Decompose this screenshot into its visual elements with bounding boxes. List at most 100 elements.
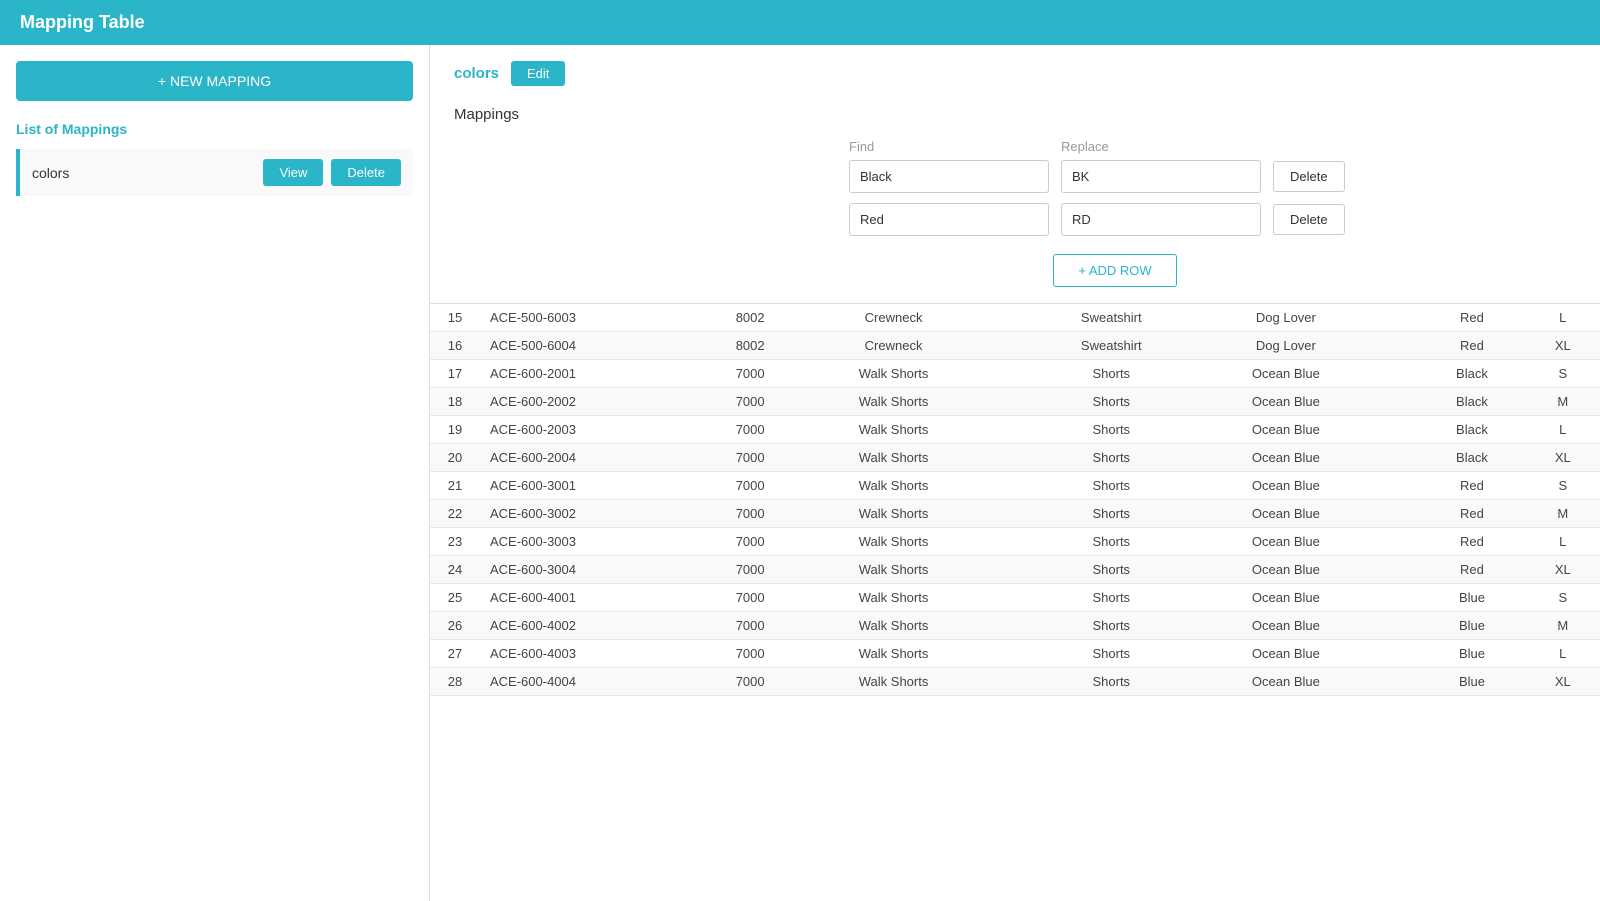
delete-mapping-button[interactable]: Delete xyxy=(331,159,401,186)
cell-sku: ACE-600-3003 xyxy=(480,528,700,556)
cell-num: 27 xyxy=(430,640,480,668)
cell-type: Shorts xyxy=(1028,528,1195,556)
cell-col5 xyxy=(986,444,1027,472)
cell-style: Walk Shorts xyxy=(801,612,987,640)
cell-type: Sweatshirt xyxy=(1028,304,1195,332)
new-mapping-button[interactable]: + NEW MAPPING xyxy=(16,61,413,101)
replace-input-1[interactable] xyxy=(1061,203,1261,236)
delete-row-1-button[interactable]: Delete xyxy=(1273,204,1345,235)
cell-style: Walk Shorts xyxy=(801,388,987,416)
cell-style: Walk Shorts xyxy=(801,500,987,528)
cell-col8 xyxy=(1377,528,1418,556)
cell-theme: Dog Lover xyxy=(1195,332,1377,360)
replace-column-label: Replace xyxy=(1061,139,1261,154)
cell-col5 xyxy=(986,500,1027,528)
view-mapping-button[interactable]: View xyxy=(263,159,323,186)
cell-num: 23 xyxy=(430,528,480,556)
cell-style: Walk Shorts xyxy=(801,640,987,668)
cell-code: 7000 xyxy=(700,388,801,416)
cell-theme: Ocean Blue xyxy=(1195,472,1377,500)
cell-style: Walk Shorts xyxy=(801,472,987,500)
cell-color: Red xyxy=(1418,556,1525,584)
cell-color: Blue xyxy=(1418,584,1525,612)
cell-num: 25 xyxy=(430,584,480,612)
cell-type: Shorts xyxy=(1028,640,1195,668)
cell-size: L xyxy=(1526,528,1600,556)
mapping-row-0: Delete xyxy=(849,160,1576,193)
cell-sku: ACE-600-2003 xyxy=(480,416,700,444)
find-column-label: Find xyxy=(849,139,1049,154)
find-input-0[interactable] xyxy=(849,160,1049,193)
cell-sku: ACE-600-4002 xyxy=(480,612,700,640)
cell-theme: Ocean Blue xyxy=(1195,556,1377,584)
cell-theme: Ocean Blue xyxy=(1195,668,1377,696)
cell-sku: ACE-500-6004 xyxy=(480,332,700,360)
table-row: 24 ACE-600-3004 7000 Walk Shorts Shorts … xyxy=(430,556,1600,584)
table-row: 18 ACE-600-2002 7000 Walk Shorts Shorts … xyxy=(430,388,1600,416)
cell-size: XL xyxy=(1526,668,1600,696)
table-row: 22 ACE-600-3002 7000 Walk Shorts Shorts … xyxy=(430,500,1600,528)
cell-col8 xyxy=(1377,612,1418,640)
cell-sku: ACE-600-4001 xyxy=(480,584,700,612)
cell-type: Shorts xyxy=(1028,556,1195,584)
table-row: 16 ACE-500-6004 8002 Crewneck Sweatshirt… xyxy=(430,332,1600,360)
table-row: 28 ACE-600-4004 7000 Walk Shorts Shorts … xyxy=(430,668,1600,696)
cell-col8 xyxy=(1377,360,1418,388)
cell-theme: Ocean Blue xyxy=(1195,528,1377,556)
mapping-detail: colors Edit Mappings Find Replace Delete… xyxy=(430,45,1600,304)
data-table: 15 ACE-500-6003 8002 Crewneck Sweatshirt… xyxy=(430,304,1600,696)
cell-color: Red xyxy=(1418,472,1525,500)
page-title: Mapping Table xyxy=(20,12,145,32)
mapping-row-1: Delete xyxy=(849,203,1576,236)
cell-color: Blue xyxy=(1418,612,1525,640)
sidebar: + NEW MAPPING List of Mappings colors Vi… xyxy=(0,45,430,901)
add-row-container: + ADD ROW xyxy=(654,246,1576,287)
cell-col8 xyxy=(1377,640,1418,668)
cell-num: 17 xyxy=(430,360,480,388)
cell-color: Red xyxy=(1418,528,1525,556)
cell-col5 xyxy=(986,360,1027,388)
cell-num: 28 xyxy=(430,668,480,696)
cell-col5 xyxy=(986,584,1027,612)
add-row-button[interactable]: + ADD ROW xyxy=(1053,254,1176,287)
cell-num: 22 xyxy=(430,500,480,528)
cell-size: XL xyxy=(1526,444,1600,472)
cell-type: Shorts xyxy=(1028,500,1195,528)
cell-col5 xyxy=(986,668,1027,696)
cell-code: 7000 xyxy=(700,640,801,668)
delete-row-0-button[interactable]: Delete xyxy=(1273,161,1345,192)
cell-sku: ACE-600-2002 xyxy=(480,388,700,416)
cell-sku: ACE-600-3004 xyxy=(480,556,700,584)
replace-input-0[interactable] xyxy=(1061,160,1261,193)
cell-theme: Dog Lover xyxy=(1195,304,1377,332)
cell-col8 xyxy=(1377,416,1418,444)
cell-style: Walk Shorts xyxy=(801,528,987,556)
cell-col8 xyxy=(1377,500,1418,528)
cell-type: Shorts xyxy=(1028,668,1195,696)
cell-style: Walk Shorts xyxy=(801,416,987,444)
cell-color: Black xyxy=(1418,416,1525,444)
table-row: 17 ACE-600-2001 7000 Walk Shorts Shorts … xyxy=(430,360,1600,388)
main-layout: + NEW MAPPING List of Mappings colors Vi… xyxy=(0,45,1600,901)
cell-col5 xyxy=(986,388,1027,416)
cell-theme: Ocean Blue xyxy=(1195,612,1377,640)
find-input-1[interactable] xyxy=(849,203,1049,236)
cell-col5 xyxy=(986,612,1027,640)
data-table-container[interactable]: 15 ACE-500-6003 8002 Crewneck Sweatshirt… xyxy=(430,304,1600,901)
cell-col5 xyxy=(986,640,1027,668)
cell-type: Shorts xyxy=(1028,444,1195,472)
cell-theme: Ocean Blue xyxy=(1195,388,1377,416)
cell-color: Black xyxy=(1418,444,1525,472)
cell-color: Black xyxy=(1418,388,1525,416)
cell-theme: Ocean Blue xyxy=(1195,640,1377,668)
cell-size: M xyxy=(1526,612,1600,640)
cell-color: Red xyxy=(1418,500,1525,528)
page-header: Mapping Table xyxy=(0,0,1600,45)
cell-col5 xyxy=(986,332,1027,360)
cell-col8 xyxy=(1377,304,1418,332)
mapping-item-name: colors xyxy=(32,165,263,181)
cell-type: Shorts xyxy=(1028,472,1195,500)
cell-code: 8002 xyxy=(700,332,801,360)
cell-col8 xyxy=(1377,668,1418,696)
edit-button[interactable]: Edit xyxy=(511,61,565,86)
